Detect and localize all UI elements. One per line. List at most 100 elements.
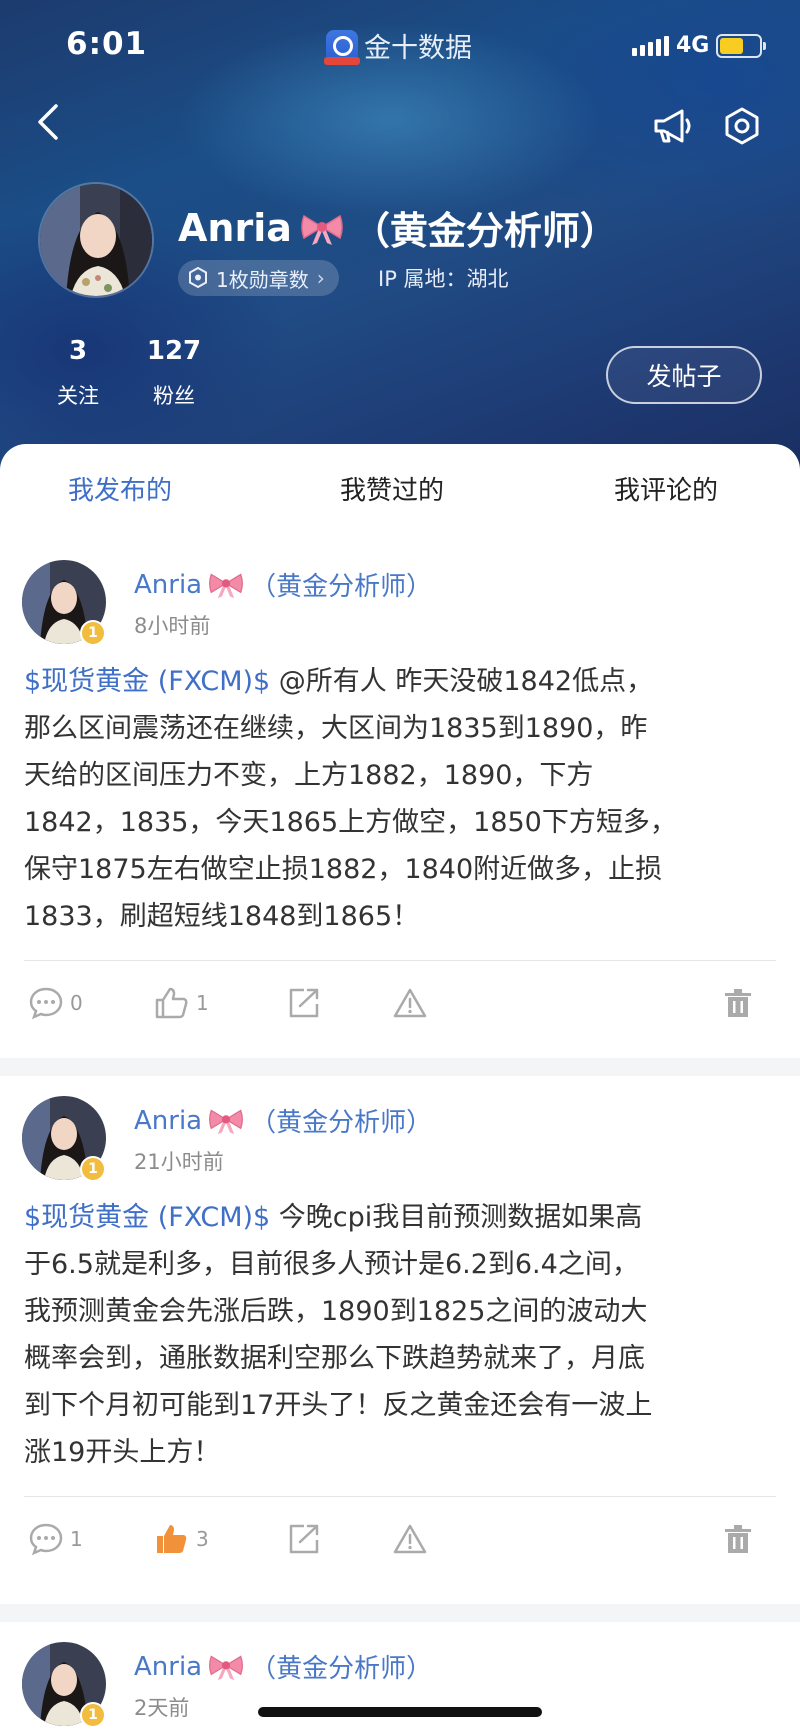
post-line: 那么区间震荡还在继续，大区间为1835到1890，昨	[24, 713, 648, 744]
status-app-indicator[interactable]: 金十数据	[324, 26, 472, 65]
post-author[interactable]: Anria （黄金分析师）	[134, 566, 432, 603]
like-count: 3	[196, 1527, 209, 1551]
delete-button[interactable]	[722, 1522, 754, 1556]
post-author-title: （黄金分析师）	[250, 572, 433, 602]
divider	[24, 960, 776, 961]
bow-icon	[208, 1107, 244, 1135]
tab-liked[interactable]: 我赞过的	[340, 470, 444, 507]
report-button[interactable]	[392, 1522, 428, 1556]
comment-button[interactable]: 0	[28, 986, 83, 1020]
followers-label: 粉丝	[153, 384, 195, 408]
post-line: $现货黄金 (FXCM)$ 今晚cpi我目前预测数据如果高	[24, 1202, 643, 1233]
medal-icon	[189, 267, 207, 289]
trash-icon	[725, 989, 751, 1017]
comment-icon	[29, 1523, 63, 1556]
status-bar: 6:01 金十数据 4G	[0, 0, 800, 92]
share-button[interactable]	[286, 1522, 322, 1556]
post-line: 涨19开头上方！	[24, 1437, 221, 1468]
trash-icon	[725, 1525, 751, 1553]
report-button[interactable]	[392, 986, 428, 1020]
battery-icon	[716, 34, 766, 58]
bow-icon	[300, 211, 344, 245]
warning-icon	[393, 988, 427, 1018]
post-line: 我预测黄金会先涨后跌，1890到1825之间的波动大	[24, 1296, 648, 1327]
network-type: 4G	[676, 33, 710, 58]
profile-name: Anria （黄金分析师）	[178, 200, 618, 255]
post-line: 到下个月初可能到17开头了！反之黄金还会有一波上	[24, 1390, 653, 1421]
comment-icon	[29, 987, 63, 1020]
tab-commented[interactable]: 我评论的	[614, 470, 718, 507]
ip-location: IP 属地：湖北	[378, 267, 509, 291]
megaphone-icon[interactable]	[652, 106, 692, 146]
post-line: 保守1875左右做空止损1882，1840附近做多，止损	[24, 854, 663, 885]
medal-count-pill[interactable]: 1枚勋章数 ›	[178, 260, 339, 296]
share-icon	[289, 988, 319, 1018]
post-card[interactable]: 1 Anria （黄金分析师） 8小时前 $现货黄金 (FXCM)$ @所有人 …	[0, 540, 800, 1086]
profile-title: （黄金分析师）	[351, 209, 618, 253]
profile-name-text: Anria	[178, 205, 292, 250]
post-card[interactable]: 1 Anria （黄金分析师） 21小时前 $现货黄金 (FXCM)$ 今晚cp…	[0, 1076, 800, 1616]
post-author-title: （黄金分析师）	[250, 1654, 433, 1684]
app-logo-icon	[324, 29, 360, 65]
tab-my-posts[interactable]: 我发布的	[68, 470, 172, 507]
create-post-button[interactable]: 发帖子	[606, 346, 762, 404]
level-badge: 1	[80, 1702, 106, 1728]
post-line: 1833，刷超短线1848到1865！	[24, 901, 420, 932]
post-separator	[0, 1604, 800, 1622]
like-button[interactable]: 1	[154, 986, 209, 1020]
profile-avatar[interactable]	[38, 182, 154, 298]
post-line: 于6.5就是利多，目前很多人预计是6.2到6.4之间，	[24, 1249, 639, 1280]
following-count: 3	[68, 336, 88, 366]
content-panel: 我发布的 我赞过的 我评论的 1 Anria （黄金分析师） 8小时前 $现货黄…	[0, 444, 800, 1731]
medal-count-text: 1枚勋章数	[216, 267, 309, 292]
post-tag[interactable]: $现货黄金 (FXCM)$	[24, 666, 270, 697]
post-author-name: Anria	[134, 1105, 203, 1136]
post-author-name: Anria	[134, 1651, 203, 1682]
post-author-title: （黄金分析师）	[250, 1108, 433, 1138]
following-label: 关注	[57, 384, 99, 408]
comment-button[interactable]: 1	[28, 1522, 83, 1556]
thumbs-up-icon	[155, 987, 188, 1019]
bow-icon	[208, 571, 244, 599]
settings-icon[interactable]	[722, 106, 762, 146]
stat-following[interactable]: 3 关注	[50, 336, 106, 410]
post-actions: 1 3	[0, 1522, 800, 1562]
signal-icon	[632, 36, 669, 56]
share-icon	[289, 1524, 319, 1554]
post-line: 1842，1835，今天1865上方做空，1850下方短多，	[24, 807, 677, 838]
post-actions: 0 1	[0, 986, 800, 1026]
status-app-name: 金十数据	[364, 33, 472, 64]
post-tag[interactable]: $现货黄金 (FXCM)$	[24, 1202, 270, 1233]
post-time: 8小时前	[134, 614, 211, 638]
post-body[interactable]: $现货黄金 (FXCM)$ 今晚cpi我目前预测数据如果高 于6.5就是利多，目…	[24, 1194, 776, 1476]
post-time: 21小时前	[134, 1150, 224, 1174]
followers-count: 127	[146, 336, 202, 366]
chevron-right-icon: ›	[316, 266, 325, 290]
stat-followers[interactable]: 127 粉丝	[140, 336, 208, 410]
post-line: 概率会到，通胀数据利空那么下跌趋势就来了，月底	[24, 1343, 645, 1374]
post-time: 2天前	[134, 1696, 190, 1720]
delete-button[interactable]	[722, 986, 754, 1020]
post-author[interactable]: Anria （黄金分析师）	[134, 1102, 432, 1139]
thumbs-up-filled-icon	[157, 1525, 187, 1553]
back-icon[interactable]	[30, 100, 70, 144]
like-button-active[interactable]: 3	[154, 1522, 209, 1556]
share-button[interactable]	[286, 986, 322, 1020]
post-author-name: Anria	[134, 569, 203, 600]
bow-icon	[208, 1653, 244, 1681]
profile-header: 6:01 金十数据 4G Anria （黄金分析师） 1枚勋章数 › IP 属地…	[0, 0, 800, 470]
home-indicator[interactable]	[258, 1707, 542, 1717]
post-separator	[0, 1058, 800, 1076]
post-body[interactable]: $现货黄金 (FXCM)$ @所有人 昨天没破1842低点， 那么区间震荡还在继…	[24, 658, 776, 940]
divider	[24, 1496, 776, 1497]
status-time: 6:01	[66, 26, 148, 62]
post-line: 天给的区间压力不变，上方1882，1890，下方	[24, 760, 594, 791]
comment-count: 0	[70, 991, 83, 1015]
level-badge: 1	[80, 1156, 106, 1182]
post-author[interactable]: Anria （黄金分析师）	[134, 1648, 432, 1685]
tab-bar: 我发布的 我赞过的 我评论的	[0, 444, 800, 530]
comment-count: 1	[70, 1527, 83, 1551]
level-badge: 1	[80, 620, 106, 646]
warning-icon	[393, 1524, 427, 1554]
post-line: $现货黄金 (FXCM)$ @所有人 昨天没破1842低点，	[24, 666, 654, 697]
